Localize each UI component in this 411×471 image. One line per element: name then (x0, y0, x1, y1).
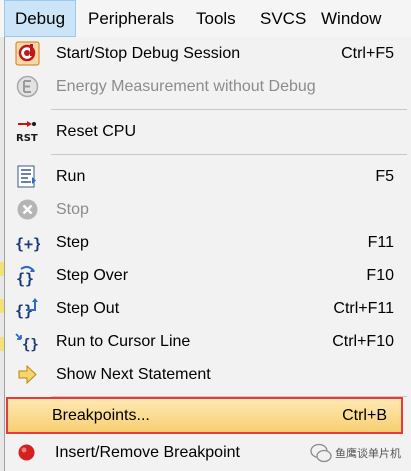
menu-debug[interactable]: Debug (4, 0, 76, 37)
show-next-statement-icon (18, 364, 37, 385)
step-out-icon: {} (15, 298, 38, 320)
menu-item-label: Insert/Remove Breakpoint (55, 444, 240, 461)
menu-item-breakpoints[interactable]: Breakpoints... Ctrl+B (6, 397, 403, 434)
debug-session-icon (15, 41, 40, 66)
reset-cpu-icon: RST (16, 121, 38, 144)
svg-text:RST: RST (16, 133, 38, 144)
menu-item-reset-cpu[interactable]: RST Reset CPU (10, 115, 411, 148)
step-over-icon: {} (16, 265, 35, 288)
menu-peripherals[interactable]: Peripherals (88, 0, 174, 37)
menu-item-label: Start/Stop Debug Session (56, 45, 241, 62)
menu-item-shortcut: Ctrl+F10 (332, 333, 394, 350)
watermark: 鱼鹰谈单片机 (310, 440, 410, 466)
svg-text:{+}: {+} (15, 235, 40, 253)
menu-item-shortcut: Ctrl+F5 (341, 45, 394, 62)
menu-tools[interactable]: Tools (196, 0, 236, 37)
menu-item-show-next-statement[interactable]: Show Next Statement (10, 358, 411, 391)
menu-item-label: Run (56, 168, 86, 185)
step-icon: {+} (15, 235, 40, 253)
menu-svcs[interactable]: SVCS (260, 0, 306, 37)
menu-item-label: Step Over (56, 267, 129, 284)
stop-icon (17, 199, 38, 220)
menu-item-stop[interactable]: Stop (10, 193, 411, 226)
menu-item-shortcut: Ctrl+B (342, 407, 387, 424)
menu-item-start-stop-debug[interactable]: Start/Stop Debug Session Ctrl+F5 (10, 37, 411, 70)
menu-item-label: Breakpoints... (52, 407, 150, 424)
menu-item-shortcut: F10 (366, 267, 394, 284)
menu-item-label: Step Out (56, 300, 120, 317)
menu-separator (51, 154, 407, 155)
menu-item-step-out[interactable]: {} Step Out Ctrl+F11 (10, 292, 411, 325)
watermark-text: 鱼鹰谈单片机 (335, 448, 401, 460)
menu-item-label: Show Next Statement (56, 366, 211, 383)
menu-item-step[interactable]: {+} Step F11 (10, 226, 411, 259)
menu-item-label: Step (56, 234, 89, 251)
menu-item-run-to-cursor[interactable]: {} Run to Cursor Line Ctrl+F10 (10, 325, 411, 358)
run-to-cursor-icon: {} (15, 333, 39, 353)
menu-item-shortcut: F11 (367, 234, 394, 251)
menu-item-label: Reset CPU (56, 123, 137, 140)
wechat-icon (310, 443, 332, 463)
energy-measurement-icon (16, 75, 39, 98)
menu-item-shortcut: Ctrl+F11 (333, 300, 394, 317)
menu-item-label: Energy Measurement without Debug (56, 78, 316, 95)
menu-window[interactable]: Window (321, 0, 381, 37)
menu-item-label: Stop (56, 201, 89, 218)
run-icon (17, 165, 36, 188)
menu-item-label: Run to Cursor Line (56, 333, 191, 350)
breakpoint-icon (18, 444, 35, 461)
menu-item-step-over[interactable]: {} Step Over F10 (10, 259, 411, 292)
menu-bar: Debug Peripherals Tools SVCS Window (0, 0, 411, 38)
svg-text:{}: {} (16, 270, 34, 288)
menu-item-run[interactable]: Run F5 (10, 160, 411, 193)
menu-separator (51, 109, 407, 110)
menu-item-shortcut: F5 (375, 168, 394, 185)
svg-text:{}: {} (22, 337, 39, 353)
menu-item-energy-measurement[interactable]: Energy Measurement without Debug (10, 70, 411, 103)
